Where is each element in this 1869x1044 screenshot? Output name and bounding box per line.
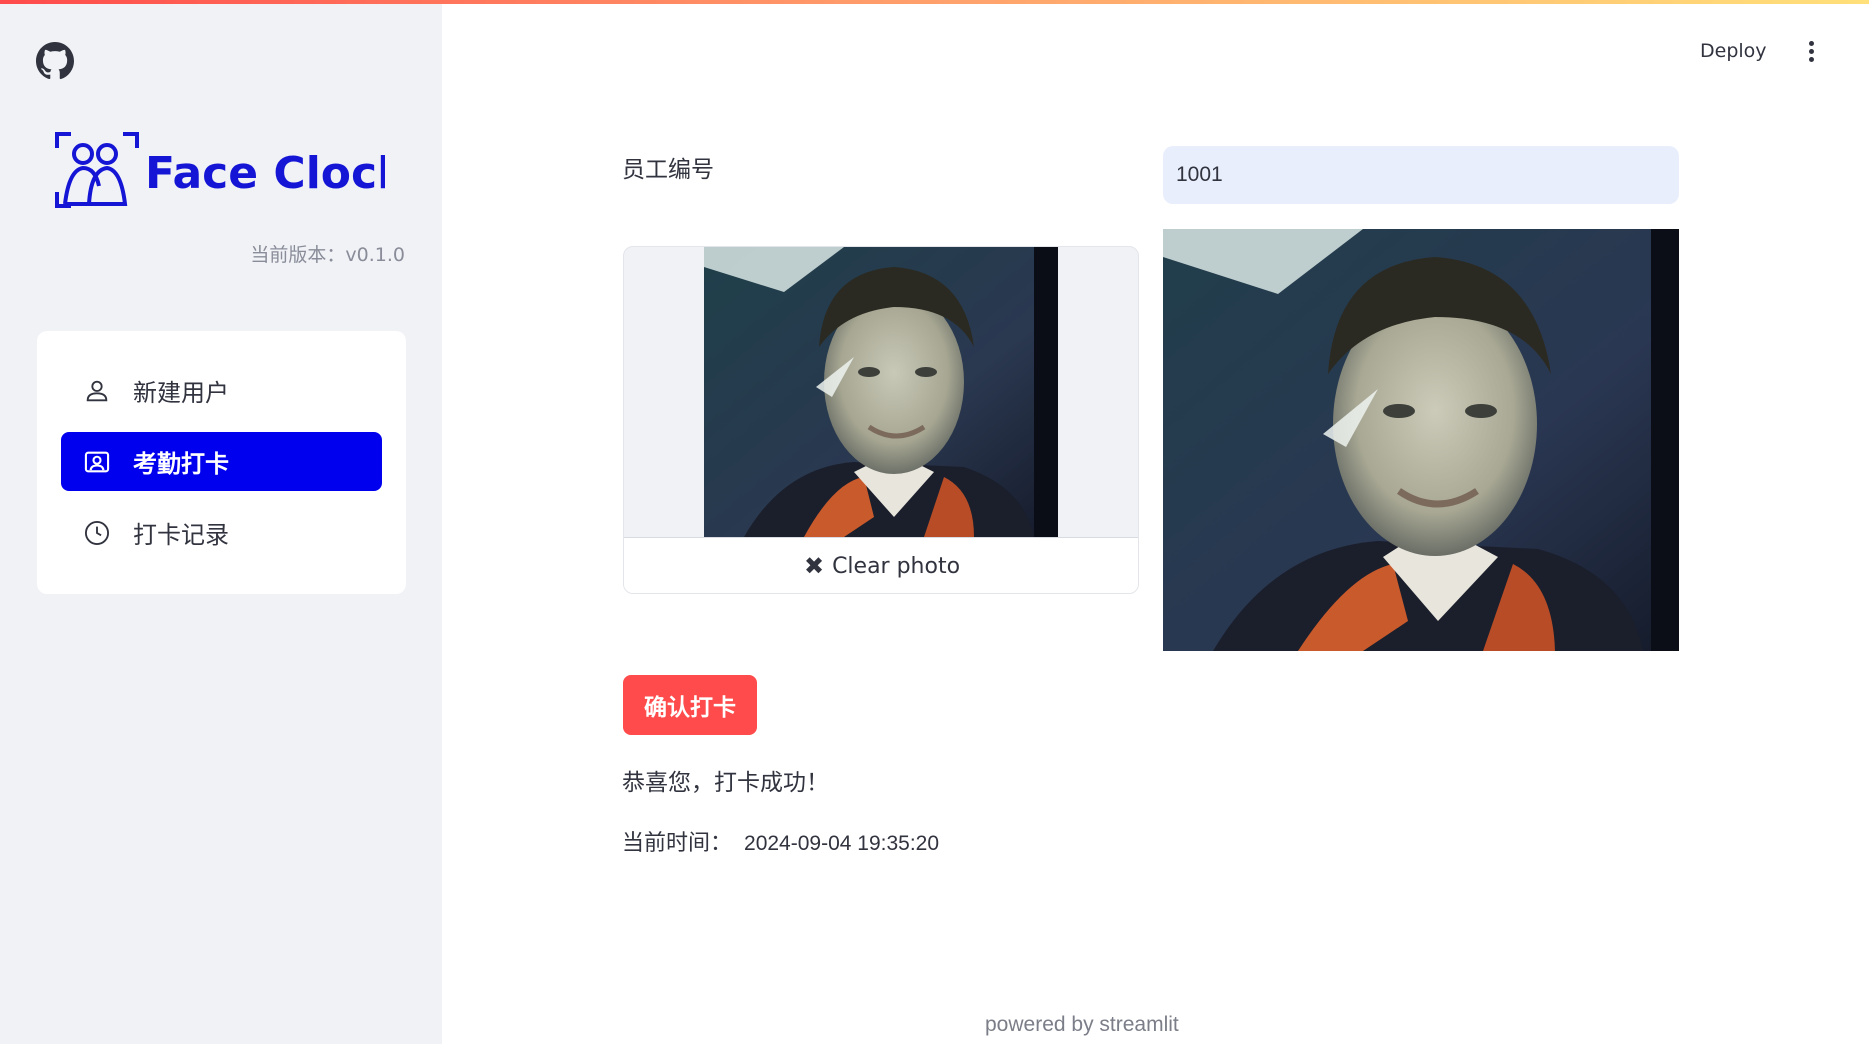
version-label: 当前版本：v0.1.0 bbox=[250, 244, 405, 266]
github-icon[interactable] bbox=[36, 42, 74, 80]
camera-input: ✖ Clear photo bbox=[623, 246, 1139, 594]
current-time-row: 当前时间： 2024-09-04 19:35:20 bbox=[622, 825, 939, 857]
sidebar: Face Clock In 当前版本：v0.1.0 新建用户 考勤打卡 bbox=[0, 0, 442, 1044]
close-icon: ✖ bbox=[803, 552, 825, 580]
kebab-menu-icon[interactable] bbox=[1801, 38, 1821, 68]
clear-photo-label: Clear photo bbox=[832, 553, 961, 579]
result-photo bbox=[1163, 229, 1679, 651]
clock-icon bbox=[84, 520, 110, 545]
deploy-button[interactable]: Deploy bbox=[1700, 40, 1767, 62]
footer-text[interactable]: powered by streamlit bbox=[985, 1013, 1179, 1037]
current-time-value: 2024-09-04 19:35:20 bbox=[744, 832, 940, 855]
clear-photo-button[interactable]: ✖ Clear photo bbox=[624, 537, 1138, 593]
menu-item-records[interactable]: 打卡记录 bbox=[61, 503, 382, 562]
confirm-clock-in-button[interactable]: 确认打卡 bbox=[623, 675, 757, 735]
menu-item-new-user[interactable]: 新建用户 bbox=[61, 361, 382, 420]
face-clock-in-logo: Face Clock In bbox=[55, 132, 385, 208]
success-message: 恭喜您，打卡成功！ bbox=[622, 770, 829, 796]
menu-item-label: 新建用户 bbox=[133, 379, 229, 407]
menu-item-attendance[interactable]: 考勤打卡 bbox=[61, 432, 382, 491]
app-window: Face Clock In 当前版本：v0.1.0 新建用户 考勤打卡 bbox=[0, 0, 1869, 1044]
svg-text:Face Clock In: Face Clock In bbox=[145, 148, 385, 199]
user-icon bbox=[86, 380, 108, 401]
menu-item-label: 打卡记录 bbox=[133, 521, 229, 549]
employee-id-input[interactable] bbox=[1163, 146, 1679, 204]
captured-photo bbox=[704, 247, 1058, 537]
portrait-icon bbox=[84, 451, 110, 472]
navigation-menu: 新建用户 考勤打卡 打卡记录 bbox=[37, 331, 406, 594]
top-decoration-bar bbox=[0, 0, 1869, 4]
employee-id-label: 员工编号 bbox=[622, 157, 714, 183]
menu-item-label: 考勤打卡 bbox=[133, 450, 229, 478]
current-time-label: 当前时间： bbox=[622, 831, 733, 856]
